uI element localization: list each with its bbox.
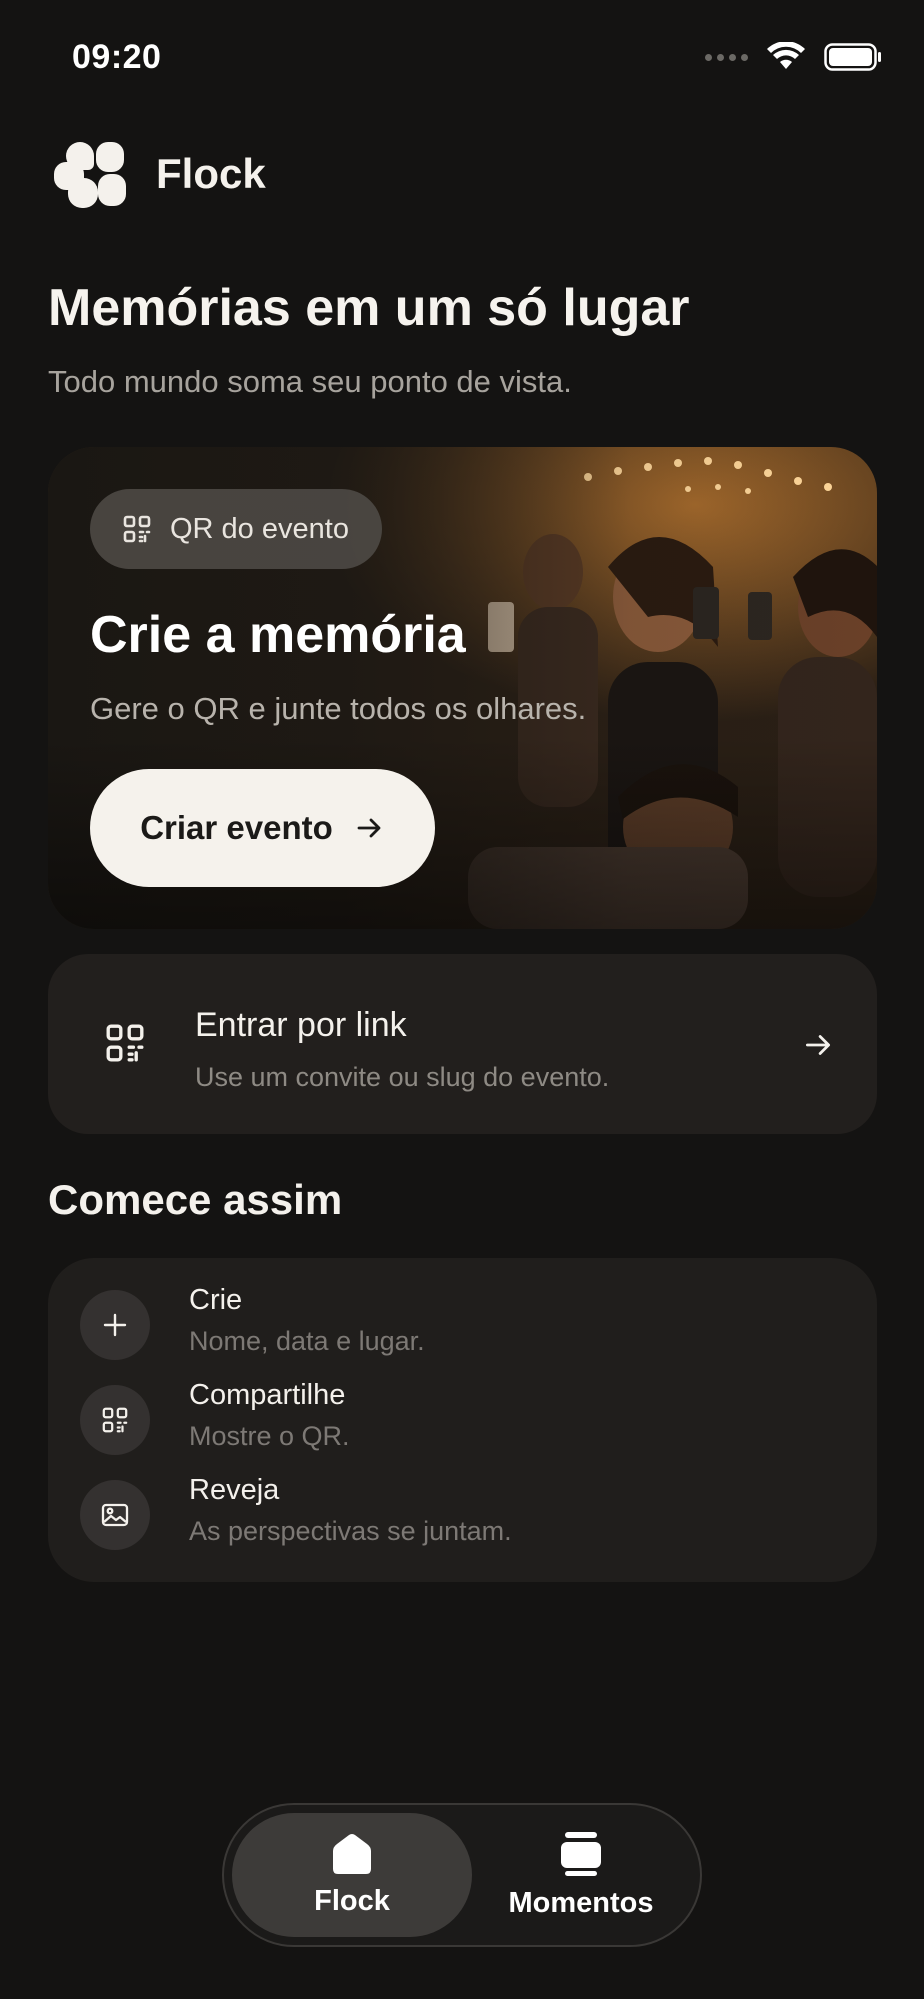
qr-code-icon: [106, 1024, 144, 1062]
create-event-button-label: Criar evento: [140, 809, 333, 846]
wifi-icon: [767, 42, 805, 69]
app-brand: Flock: [54, 140, 266, 208]
step-description: Nome, data e lugar.: [189, 1326, 425, 1356]
step-review: Reveja As perspectivas se juntam.: [80, 1474, 840, 1554]
page-subtitle: Todo mundo soma seu ponto de vista.: [48, 364, 572, 399]
step-title: Crie: [189, 1284, 243, 1316]
section-title: Comece assim: [48, 1176, 343, 1223]
event-qr-chip[interactable]: QR do evento: [90, 489, 382, 569]
arrow-right-icon: [805, 1035, 831, 1055]
status-bar: 09:20: [0, 0, 924, 120]
steps-card: Crie Nome, data e lugar. Compartilhe Mos…: [48, 1258, 877, 1582]
step-title: Compartilhe: [189, 1379, 346, 1411]
flock-logo-icon: [54, 140, 126, 208]
step-create: Crie Nome, data e lugar.: [80, 1284, 840, 1364]
create-card-subtitle: Gere o QR e junte todos os olhares.: [90, 691, 587, 726]
status-icons: [705, 42, 882, 72]
qr-code-icon: [123, 515, 151, 543]
bottom-tab-bar: Flock Momentos: [222, 1803, 702, 1947]
create-card-title: Crie a memória: [90, 606, 466, 664]
home-icon: [333, 1833, 371, 1874]
create-memory-card: QR do evento Crie a memória Gere o QR e …: [48, 447, 877, 929]
tab-flock[interactable]: Flock: [232, 1813, 472, 1937]
tab-momentos[interactable]: Momentos: [472, 1813, 690, 1937]
join-by-link-card[interactable]: Entrar por link Use um convite ou slug d…: [48, 954, 877, 1134]
tab-label: Momentos: [508, 1886, 654, 1919]
join-link-subtitle: Use um convite ou slug do evento.: [195, 1062, 610, 1092]
tab-label: Flock: [314, 1884, 390, 1917]
step-description: As perspectivas se juntam.: [189, 1516, 512, 1546]
battery-icon: [824, 43, 881, 71]
app-name: Flock: [156, 150, 266, 197]
status-time: 09:20: [72, 38, 162, 76]
stack-icon: [561, 1831, 601, 1876]
cellular-signal-icon: [705, 53, 748, 61]
qr-chip-label: QR do evento: [170, 512, 349, 545]
image-icon: [80, 1480, 150, 1550]
plus-icon: [80, 1290, 150, 1360]
join-link-title: Entrar por link: [195, 1006, 407, 1044]
arrow-right-icon: [357, 818, 381, 838]
step-description: Mostre o QR.: [189, 1421, 350, 1451]
qr-icon: [80, 1385, 150, 1455]
step-share: Compartilhe Mostre o QR.: [80, 1379, 840, 1459]
page-title: Memórias em um só lugar: [48, 279, 690, 337]
step-title: Reveja: [189, 1474, 280, 1506]
create-event-button[interactable]: Criar evento: [90, 769, 435, 887]
